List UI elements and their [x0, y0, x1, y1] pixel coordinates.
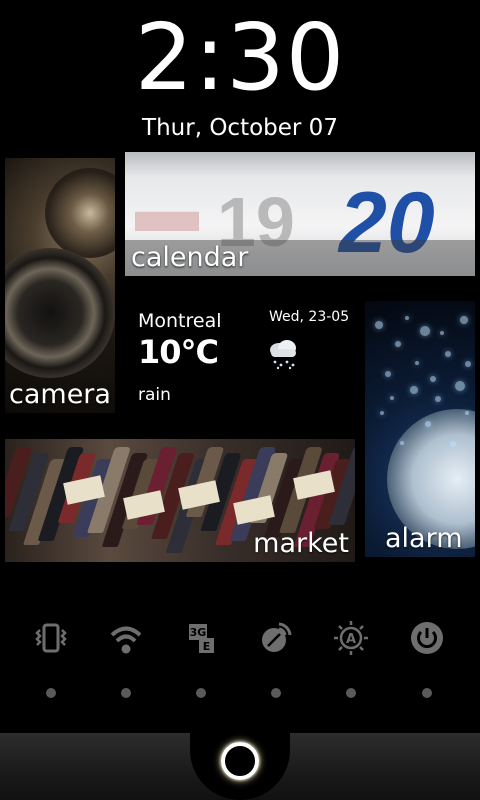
bokeh-light	[465, 411, 469, 415]
bokeh-light	[380, 411, 384, 415]
power-toggle[interactable]	[404, 615, 450, 661]
mobile-data-indicator	[196, 688, 206, 698]
alarm-label: alarm	[385, 523, 463, 554]
unlock-ring-icon[interactable]	[221, 742, 259, 780]
camera-tile[interactable]: camera	[5, 158, 115, 413]
power-icon	[411, 622, 443, 654]
svg-text:E: E	[203, 640, 211, 653]
sync-indicator	[271, 688, 281, 698]
rain-cloud-icon	[266, 338, 300, 370]
vibrate-indicator	[46, 688, 56, 698]
wifi-icon	[110, 626, 142, 654]
weather-temperature: 10°C	[138, 333, 219, 371]
weather-city: Montreal	[138, 310, 222, 332]
bokeh-light	[410, 386, 418, 394]
market-label: market	[253, 528, 349, 559]
calendar-label: calendar	[131, 242, 249, 273]
bokeh-light	[395, 341, 401, 347]
bokeh-light	[430, 376, 436, 382]
market-tile[interactable]: market	[5, 439, 355, 562]
bokeh-light	[415, 361, 419, 365]
weather-updated-date: Wed, 23-05	[269, 309, 350, 325]
bokeh-light	[450, 441, 456, 447]
bokeh-light	[460, 316, 468, 324]
svg-text:3G: 3G	[190, 626, 207, 639]
brightness-auto-icon: A	[334, 621, 368, 655]
camera-lens-image	[5, 248, 115, 378]
bokeh-light	[440, 331, 444, 335]
bokeh-light	[375, 321, 383, 329]
wifi-toggle[interactable]	[103, 615, 149, 661]
sync-icon	[262, 622, 292, 652]
bokeh-light	[385, 371, 391, 377]
wifi-indicator	[121, 688, 131, 698]
camera-image	[45, 168, 115, 258]
mobile-data-toggle[interactable]: 3G E	[178, 615, 224, 661]
calendar-image-blur: ▬	[135, 173, 199, 245]
bokeh-light	[400, 441, 404, 445]
calendar-tile[interactable]: ▬ 19 20 calendar	[125, 152, 475, 276]
toggle-indicator-dots	[0, 686, 480, 700]
bokeh-light	[425, 421, 431, 427]
sync-toggle[interactable]	[253, 615, 299, 661]
svg-text:A: A	[346, 632, 356, 647]
clock-time: 2:30	[134, 4, 346, 111]
vibrate-icon	[35, 623, 67, 653]
bokeh-light	[435, 396, 441, 402]
power-indicator	[422, 688, 432, 698]
auto-brightness-indicator	[346, 688, 356, 698]
camera-label: camera	[9, 379, 111, 410]
bokeh-light	[405, 316, 409, 320]
auto-brightness-toggle[interactable]: A	[328, 615, 374, 661]
vibrate-toggle[interactable]	[28, 615, 74, 661]
3g-icon: 3G E	[189, 624, 214, 653]
alarm-tile[interactable]: alarm	[365, 301, 475, 557]
bokeh-light	[390, 396, 394, 400]
bokeh-light	[445, 351, 451, 357]
quick-toggles-bar: 3G E A	[0, 615, 480, 665]
bokeh-light	[420, 326, 430, 336]
bokeh-light	[465, 361, 471, 367]
clock-date: Thur, October 07	[142, 115, 338, 141]
weather-condition: rain	[138, 385, 171, 405]
bokeh-light	[455, 381, 465, 391]
